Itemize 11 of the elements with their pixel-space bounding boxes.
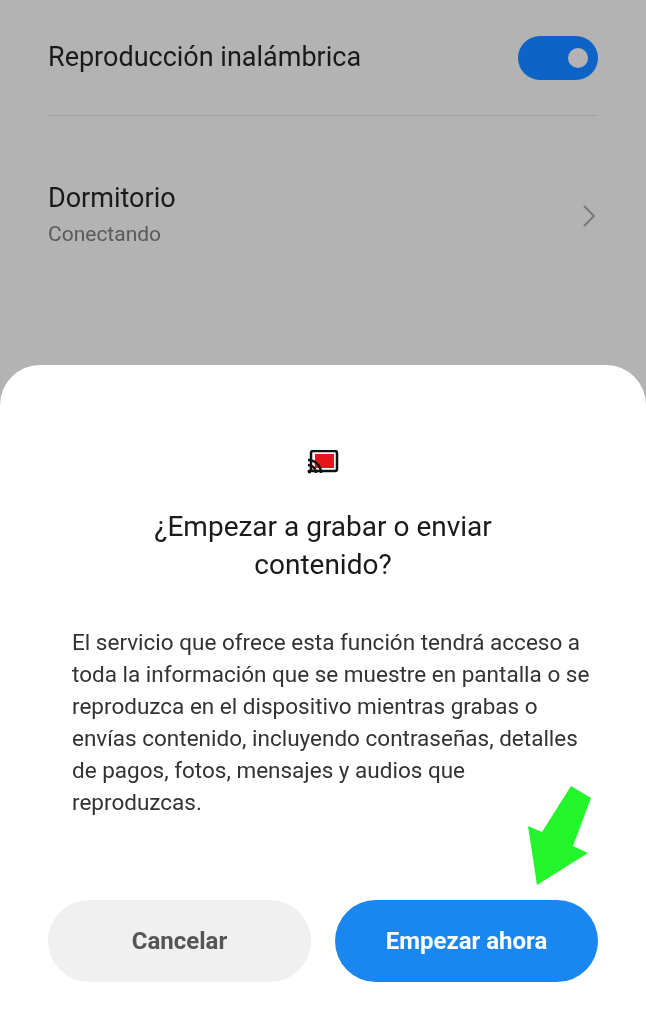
- setting-label: Reproducción inalámbrica: [48, 40, 362, 76]
- device-row[interactable]: Dormitorio Conectando: [48, 116, 598, 252]
- start-button[interactable]: Empezar ahora: [335, 900, 598, 982]
- dialog-body: El servicio que ofrece esta función tendrá acceso a toda la información que se muestre en pantalla o se reproduzca en el dispositivo mientras grabas o envías contenido, incluyendo contraseñas, detalles de pagos, fotos, mensajes y audios que reproduzcas.: [71, 628, 591, 817]
- cast-icon: [307, 450, 339, 474]
- device-status: Conectando: [48, 221, 163, 248]
- chevron-icon: [582, 204, 596, 228]
- cancel-button[interactable]: Cancelar: [48, 900, 311, 982]
- toggle-switch[interactable]: [518, 35, 598, 80]
- dialog-title: ¿Empezar a grabar o enviar contenido?: [153, 509, 493, 583]
- device-name: Dormitorio: [48, 181, 176, 216]
